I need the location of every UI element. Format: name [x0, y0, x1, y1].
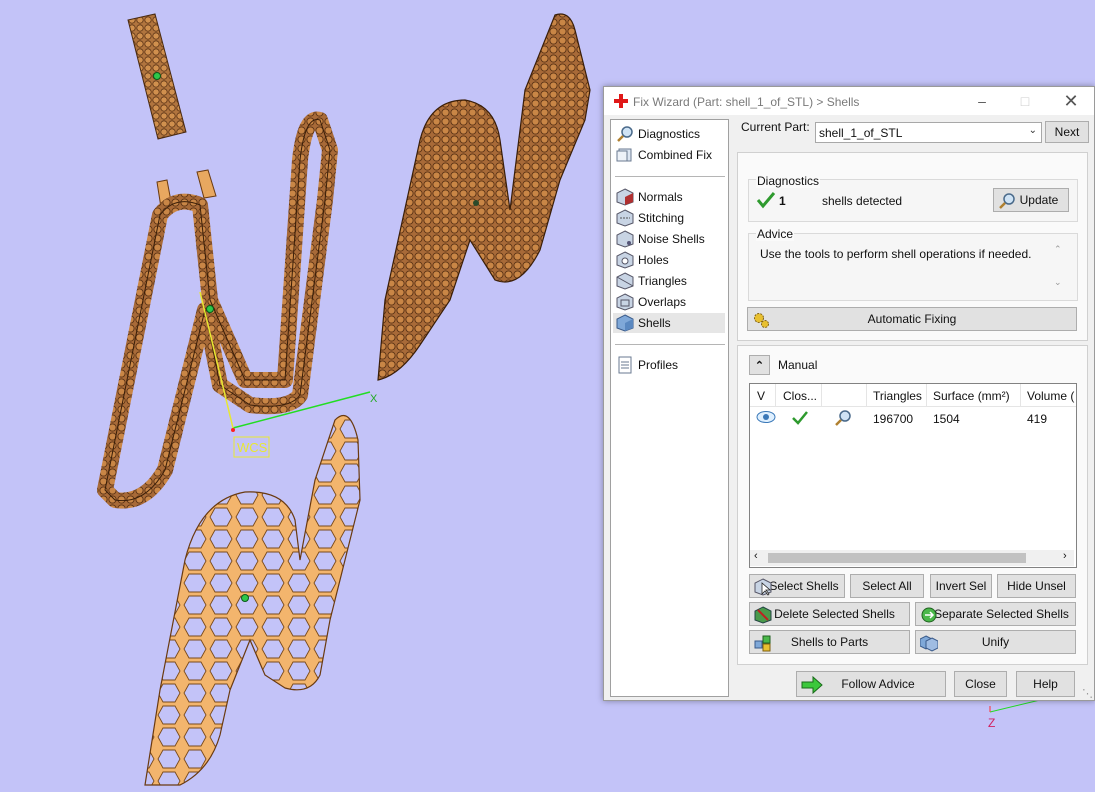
cell-volume: 419 — [1027, 412, 1048, 426]
noise-shells-cube-icon — [616, 230, 634, 248]
separate-shells-icon — [921, 607, 937, 623]
column-header-surface[interactable]: Surface (mm²) — [933, 389, 1010, 403]
help-button[interactable]: Help — [1016, 671, 1075, 697]
delete-cube-icon — [754, 606, 772, 624]
advice-title: Advice — [756, 227, 795, 241]
minimize-button[interactable]: – — [967, 90, 997, 112]
automatic-fixing-button[interactable]: Automatic Fixing — [747, 307, 1077, 331]
resize-grip-icon[interactable]: ⋱ — [1082, 687, 1093, 700]
part-solid-n[interactable] — [377, 13, 591, 381]
sidebar-item-stitching[interactable]: Stitching — [613, 208, 725, 228]
invert-sel-button[interactable]: Invert Sel — [930, 574, 992, 598]
column-header-triangles[interactable]: Triangles — [873, 389, 922, 403]
part-small-bar[interactable] — [127, 13, 187, 140]
overlaps-cube-icon — [616, 293, 634, 311]
select-all-button[interactable]: Select All — [850, 574, 924, 598]
green-arrow-icon — [801, 676, 823, 694]
shells-table[interactable]: V Clos... Triangles Surface (mm²) Volume… — [749, 383, 1077, 568]
sidebar-separator — [615, 176, 725, 177]
gears-icon — [754, 313, 769, 328]
sidebar-separator — [615, 344, 725, 345]
select-cube-icon — [754, 578, 772, 596]
update-button[interactable]: Update — [993, 188, 1069, 212]
part-honeycomb-n[interactable] — [144, 415, 361, 786]
column-header-volume[interactable]: Volume ( — [1027, 389, 1074, 403]
current-part-dropdown[interactable]: shell_1_of_STL ⌄ — [815, 122, 1042, 143]
sidebar-item-combined-fix[interactable]: Combined Fix — [613, 145, 725, 165]
diagnostics-title: Diagnostics — [756, 174, 821, 188]
scroll-left-icon[interactable]: ‹ — [754, 550, 758, 562]
sidebar-item-shells[interactable]: Shells — [613, 313, 725, 333]
cell-surface: 1504 — [933, 412, 960, 426]
hide-unsel-button[interactable]: Hide Unsel — [997, 574, 1076, 598]
checkmark-icon — [792, 411, 808, 425]
stitching-cube-icon — [616, 209, 634, 227]
current-part-label: Current Part: — [741, 120, 810, 134]
delete-selected-shells-button[interactable]: Delete Selected Shells — [749, 602, 910, 626]
red-cross-icon — [614, 94, 628, 108]
collapse-manual-button[interactable]: ⌃ — [749, 355, 770, 375]
shells-to-parts-icon — [754, 635, 771, 652]
close-window-button[interactable]: ✕ — [1056, 90, 1086, 112]
scroll-right-icon[interactable]: › — [1063, 550, 1067, 562]
sidebar-item-triangles[interactable]: Triangles — [613, 271, 725, 291]
close-button[interactable]: Close — [954, 671, 1007, 697]
cell-triangles: 196700 — [873, 412, 914, 426]
unify-button[interactable]: Unify — [915, 630, 1076, 654]
manual-title: Manual — [778, 358, 818, 372]
chevron-down-icon: ⌄ — [1028, 125, 1037, 136]
sidebar-item-holes[interactable]: Holes — [613, 250, 725, 270]
combined-fix-icon — [616, 148, 632, 162]
eye-icon[interactable] — [756, 410, 776, 424]
dialog-title: Fix Wizard (Part: shell_1_of_STL) > Shel… — [633, 95, 860, 109]
shells-detected-text: shells detected — [822, 194, 903, 208]
sidebar-item-profiles[interactable]: Profiles — [613, 355, 725, 375]
follow-advice-button[interactable]: Follow Advice — [796, 671, 946, 697]
scroll-up-icon[interactable]: ⌃ — [1054, 244, 1062, 255]
sidebar-item-diagnostics[interactable]: Diagnostics — [613, 124, 725, 144]
column-header-visible[interactable]: V — [757, 389, 765, 403]
fix-wizard-dialog: Fix Wizard (Part: shell_1_of_STL) > Shel… — [603, 86, 1095, 701]
shells-to-parts-button[interactable]: Shells to Parts — [749, 630, 910, 654]
column-header-closed[interactable]: Clos... — [783, 389, 817, 403]
scroll-down-icon[interactable]: ⌄ — [1054, 277, 1062, 288]
select-shells-button[interactable]: Select Shells — [749, 574, 845, 598]
sidebar-item-overlaps[interactable]: Overlaps — [613, 292, 725, 312]
wcs-label: WCS — [237, 440, 268, 455]
advice-box — [748, 233, 1078, 301]
separate-selected-shells-button[interactable]: Separate Selected Shells — [915, 602, 1076, 626]
title-bar[interactable]: Fix Wizard (Part: shell_1_of_STL) > Shel… — [604, 87, 1094, 115]
fix-sidebar: Diagnostics Combined Fix Normals Stitchi… — [610, 119, 729, 697]
shell-count: 1 — [779, 194, 786, 208]
scrollbar-thumb[interactable] — [768, 553, 1026, 563]
checkmark-icon — [756, 192, 776, 209]
horizontal-scrollbar[interactable]: ‹ › — [750, 550, 1074, 566]
document-icon — [618, 356, 632, 374]
next-button[interactable]: Next — [1045, 121, 1089, 143]
magnifier-icon[interactable] — [834, 409, 852, 427]
table-header: V Clos... Triangles Surface (mm²) Volume… — [750, 384, 1076, 407]
diagnostics-group: Diagnostics 1 shells detected Update Adv… — [737, 152, 1088, 341]
magnifier-icon — [617, 126, 633, 142]
magnifier-icon — [999, 193, 1015, 209]
triangles-cube-icon — [616, 272, 634, 290]
normals-cube-icon — [616, 188, 634, 206]
sidebar-item-normals[interactable]: Normals — [613, 187, 725, 207]
x-axis-label: X — [370, 393, 378, 405]
z-axis-label: Z — [988, 716, 995, 730]
unify-cubes-icon — [920, 635, 938, 652]
holes-cube-icon — [616, 251, 634, 269]
shells-cube-icon — [616, 314, 634, 332]
maximize-button[interactable]: □ — [1010, 90, 1040, 112]
current-part-value: shell_1_of_STL — [819, 126, 903, 140]
part-hollow-n[interactable] — [97, 111, 338, 509]
advice-text: Use the tools to perform shell operation… — [760, 247, 1032, 261]
sidebar-item-noise-shells[interactable]: Noise Shells — [613, 229, 725, 249]
orientation-triad: Z — [988, 699, 1041, 730]
